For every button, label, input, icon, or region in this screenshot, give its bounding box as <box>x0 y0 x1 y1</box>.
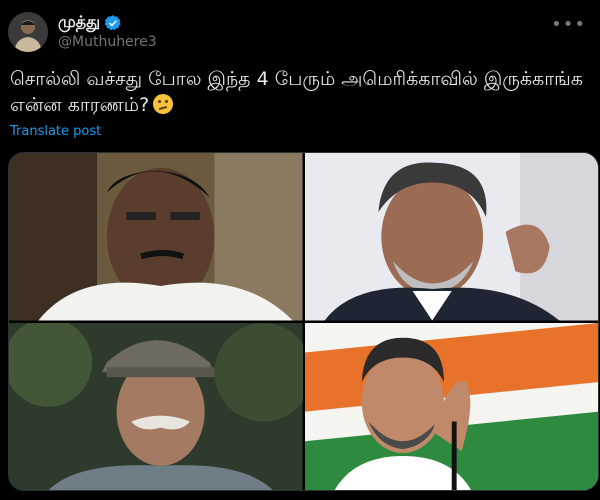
tweet-text: சொல்லி வச்சது போல இந்த 4 பேரும் அமெரிக்க… <box>10 66 585 118</box>
tweet-body: சொல்லி வச்சது போல இந்த 4 பேரும் அமெரிக்க… <box>10 68 583 116</box>
media-grid <box>8 152 599 491</box>
photo-4[interactable] <box>304 322 598 490</box>
translate-post-link[interactable]: Translate post <box>10 124 101 139</box>
verified-badge-icon <box>104 14 121 30</box>
photo-2[interactable] <box>304 153 598 321</box>
handle[interactable]: @Muthuhere3 <box>58 34 157 50</box>
photo-1[interactable] <box>9 153 303 321</box>
display-name[interactable]: முத்து <box>58 12 100 33</box>
photo-3[interactable] <box>9 322 303 490</box>
thinking-face-icon <box>153 94 174 114</box>
ellipsis-icon[interactable]: ••• <box>551 14 586 35</box>
avatar[interactable] <box>8 12 48 52</box>
